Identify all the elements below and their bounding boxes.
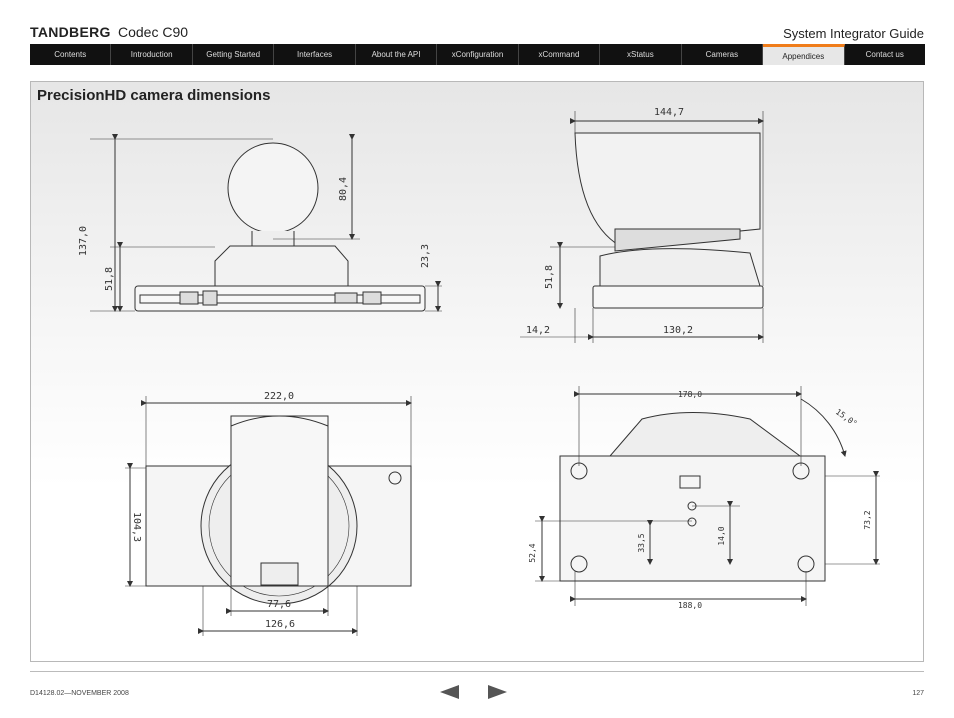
nav-tab-introduction[interactable]: Introduction bbox=[111, 44, 193, 65]
dim-top-lens-width: 126,6 bbox=[265, 619, 295, 630]
nav-tab-xconfiguration[interactable]: xConfiguration bbox=[437, 44, 519, 65]
dim-bottom-hole-spacing: 188,0 bbox=[678, 601, 702, 610]
camera-dimension-drawing: 137,0 80,4 51,8 23,3 144,7 51,8 14,2 130… bbox=[78, 107, 880, 636]
nav-tab-xstatus[interactable]: xStatus bbox=[600, 44, 682, 65]
front-view bbox=[90, 134, 442, 312]
dim-bottom-angle: 15,0° bbox=[834, 407, 859, 428]
page-number: 127 bbox=[912, 690, 924, 697]
nav-tab-xcommand[interactable]: xCommand bbox=[519, 44, 601, 65]
next-page-arrow-icon[interactable] bbox=[488, 685, 507, 699]
previous-page-arrow-icon[interactable] bbox=[440, 685, 459, 699]
dim-top-width: 222,0 bbox=[264, 391, 294, 402]
guide-title: System Integrator Guide bbox=[783, 26, 924, 41]
dim-front-base-height: 51,8 bbox=[104, 267, 115, 291]
dim-bottom-hole-b: 14,0 bbox=[717, 526, 726, 545]
dim-top-depth: 104,3 bbox=[131, 512, 142, 542]
dim-front-head-height: 80,4 bbox=[338, 177, 349, 201]
dim-side-offset: 14,2 bbox=[526, 325, 550, 336]
dim-bottom-hole-depth: 73,2 bbox=[863, 510, 872, 529]
dim-top-head-width: 77,6 bbox=[267, 599, 291, 610]
nav-tab-getting-started[interactable]: Getting Started bbox=[193, 44, 275, 65]
nav-tab-interfaces[interactable]: Interfaces bbox=[274, 44, 356, 65]
side-view bbox=[520, 111, 764, 343]
dim-side-depth: 144,7 bbox=[654, 107, 684, 118]
dim-side-base-height: 51,8 bbox=[544, 265, 555, 289]
product-name: Codec C90 bbox=[118, 24, 189, 40]
top-nav: Contents Introduction Getting Started In… bbox=[30, 44, 925, 65]
dim-bottom-hole-a: 33,5 bbox=[637, 533, 646, 552]
dim-bottom-depth: 52,4 bbox=[528, 543, 537, 562]
nav-tab-cameras[interactable]: Cameras bbox=[682, 44, 764, 65]
nav-tab-contact-us[interactable]: Contact us bbox=[845, 44, 925, 65]
nav-tab-contents[interactable]: Contents bbox=[30, 44, 112, 65]
brand-logo: TANDBERG bbox=[30, 24, 111, 40]
dim-front-height-total: 137,0 bbox=[78, 226, 89, 256]
nav-tab-about-api[interactable]: About the API bbox=[356, 44, 438, 65]
dim-bottom-width: 178,0 bbox=[678, 390, 702, 399]
dim-front-foot-height: 23,3 bbox=[420, 244, 431, 268]
footer-divider bbox=[30, 671, 924, 672]
nav-tab-appendices[interactable]: Appendices bbox=[763, 44, 845, 65]
dim-side-base-depth: 130,2 bbox=[663, 325, 693, 336]
document-id: D14128.02—NOVEMBER 2008 bbox=[30, 690, 129, 697]
bottom-view bbox=[535, 386, 880, 606]
